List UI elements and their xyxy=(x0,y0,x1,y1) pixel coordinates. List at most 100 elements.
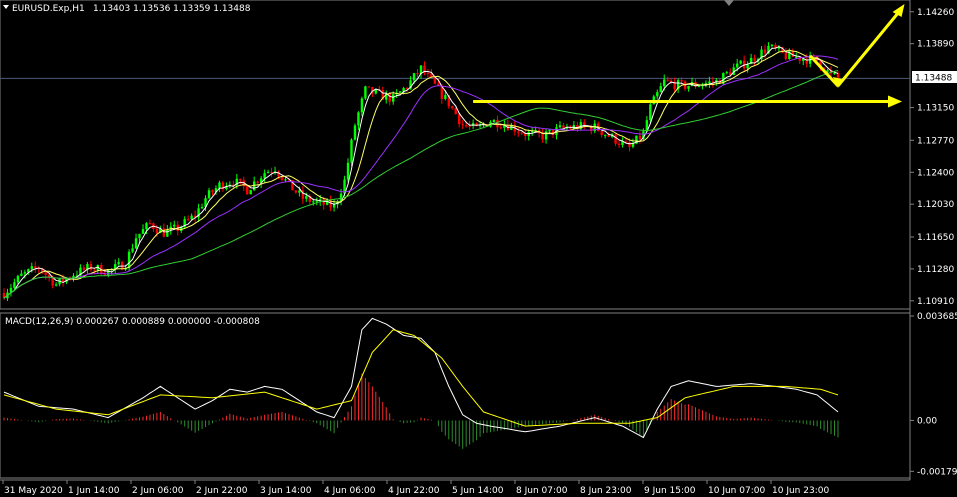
candle-body xyxy=(680,80,683,82)
time-tick-label: 3 Jun 14:00 xyxy=(260,486,312,496)
candle-body xyxy=(305,196,308,199)
candle-body xyxy=(30,266,33,270)
candle-body xyxy=(391,94,395,102)
candle-body xyxy=(412,73,416,81)
candle-body xyxy=(544,131,548,140)
candle-body xyxy=(20,273,23,276)
candle-body xyxy=(211,190,214,193)
candle-body xyxy=(367,86,371,88)
candle-body xyxy=(461,124,464,126)
candle-body xyxy=(141,229,145,234)
candle-body xyxy=(54,284,58,286)
candle-body xyxy=(603,134,607,136)
candle-body xyxy=(541,133,544,140)
candle-body xyxy=(249,190,252,195)
candle-body xyxy=(173,224,176,227)
candle-body xyxy=(284,179,287,181)
candle-body xyxy=(628,142,631,147)
time-tick-label: 4 Jun 22:00 xyxy=(388,486,440,496)
candle-body xyxy=(708,81,711,84)
candle-body xyxy=(687,85,690,89)
candle-body xyxy=(736,63,739,68)
candle-body xyxy=(145,223,148,230)
candle-body xyxy=(138,233,141,239)
time-tick-label: 10 Jun 07:00 xyxy=(708,486,765,496)
candle-body xyxy=(166,229,169,237)
candle-body xyxy=(82,267,86,270)
candle-body xyxy=(44,272,47,275)
candle-body xyxy=(697,86,701,88)
candle-body xyxy=(131,248,134,252)
candle-body xyxy=(200,207,204,209)
trading-chart[interactable]: 1.14260 1.13890 1.13150 1.12770 1.12400 1.120… xyxy=(0,0,957,497)
candle-body xyxy=(795,56,798,58)
candle-body xyxy=(725,72,728,74)
candle-body xyxy=(246,186,249,195)
candle-body xyxy=(353,125,357,140)
time-tick-label: 2 Jun 22:00 xyxy=(196,486,248,496)
candle-body xyxy=(426,73,430,75)
macd-tick-label: 0.003685 xyxy=(917,312,957,322)
candle-body xyxy=(659,86,662,93)
candle-body xyxy=(520,132,523,134)
candle-body xyxy=(155,229,159,233)
candle-body xyxy=(784,52,788,60)
candle-body xyxy=(148,223,152,225)
candle-body xyxy=(458,114,461,125)
candle-body xyxy=(649,104,652,121)
candle-body xyxy=(13,282,16,288)
macd-tick-label: 0.00 xyxy=(917,416,937,426)
candle xyxy=(350,138,353,167)
time-tick-label: 2 Jun 06:00 xyxy=(132,486,184,496)
candle-body xyxy=(607,134,610,137)
candle-body xyxy=(499,127,503,129)
candle-body xyxy=(207,190,211,199)
candle-body xyxy=(239,178,242,181)
candle-body xyxy=(836,73,840,78)
time-tick-label: 10 Jun 23:00 xyxy=(772,486,829,496)
candle-body xyxy=(548,129,551,132)
candle-body xyxy=(103,274,106,276)
candle-body xyxy=(294,190,298,193)
time-tick-label: 4 Jun 06:00 xyxy=(324,486,376,496)
candle-body xyxy=(360,98,364,113)
price-tick-label: 1.12030 xyxy=(917,200,954,210)
candle-body xyxy=(600,131,603,136)
candle-body xyxy=(753,57,756,62)
candle-body xyxy=(638,135,642,140)
candle-body xyxy=(218,182,221,189)
candle-body xyxy=(350,139,353,163)
candle-body xyxy=(190,215,193,220)
candle-body xyxy=(663,79,666,87)
time-tick-label: 8 Jun 07:00 xyxy=(516,486,568,496)
candle-body xyxy=(186,219,190,221)
candle-body xyxy=(433,77,437,84)
candle-body xyxy=(93,269,96,271)
candle-body xyxy=(270,171,273,173)
symbol-label: EURUSD.Exp,H1 xyxy=(12,4,85,14)
candle-body xyxy=(763,49,767,54)
candle-body xyxy=(770,44,774,46)
candle-body xyxy=(263,173,266,179)
candle-body xyxy=(656,92,659,97)
candle-body xyxy=(315,200,318,202)
current-price-text: 1.13488 xyxy=(915,74,952,84)
candle-body xyxy=(631,143,635,147)
candle-body xyxy=(312,201,315,203)
price-tick-label: 1.13890 xyxy=(917,40,954,50)
price-tick-label: 1.11280 xyxy=(917,265,954,275)
time-tick-label: 31 May 2020 xyxy=(4,486,63,496)
candle-body xyxy=(614,134,617,144)
chart-header: EURUSD.Exp,H1 1.13403 1.13536 1.13359 1.… xyxy=(3,4,251,14)
candle-body xyxy=(298,190,301,193)
time-tick-label: 5 Jun 14:00 xyxy=(452,486,504,496)
candle-body xyxy=(833,73,836,75)
candle-body xyxy=(256,181,259,183)
candle-body xyxy=(16,275,20,283)
candle-body xyxy=(517,131,520,133)
candle-body xyxy=(332,204,336,208)
candle-body xyxy=(739,60,742,64)
candle-body xyxy=(617,143,621,145)
candle xyxy=(246,185,249,195)
candle-body xyxy=(468,125,471,127)
